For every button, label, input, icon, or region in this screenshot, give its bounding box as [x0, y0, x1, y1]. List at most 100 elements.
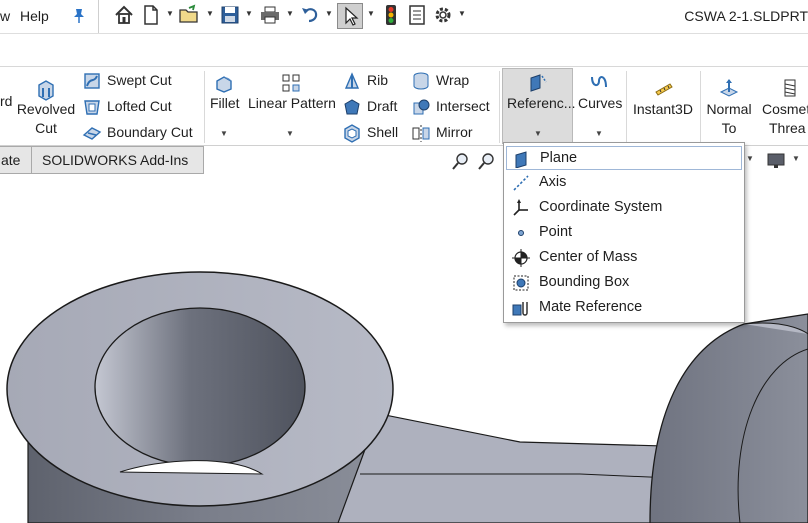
- rib-label[interactable]: Rib: [367, 72, 388, 88]
- ribbon-separator: [499, 71, 500, 143]
- reference-geometry-label[interactable]: Referenc...: [507, 95, 575, 111]
- view-settings-dropdown-caret-icon[interactable]: ▼: [792, 154, 804, 166]
- menu-item-label: Plane: [540, 150, 578, 166]
- center-of-mass-icon: [512, 249, 530, 267]
- tab-solidworks-addins[interactable]: SOLIDWORKS Add-Ins: [31, 146, 204, 174]
- menu-item-label: Center of Mass: [539, 249, 638, 265]
- home-icon[interactable]: [113, 4, 135, 26]
- swept-cut-label[interactable]: Swept Cut: [107, 72, 172, 88]
- display-style-dropdown-caret-icon[interactable]: ▼: [746, 154, 758, 166]
- curves-label[interactable]: Curves: [578, 95, 622, 111]
- undo-dropdown-caret-icon[interactable]: ▼: [325, 10, 333, 18]
- menu-item-center-of-mass[interactable]: Center of Mass: [506, 246, 742, 270]
- zoom-to-area-icon[interactable]: [478, 152, 496, 170]
- cosmetic-thread-icon[interactable]: [780, 78, 800, 98]
- normal-to-label-line1[interactable]: Normal: [702, 101, 756, 117]
- mirror-label[interactable]: Mirror: [436, 124, 473, 140]
- menu-item-coordinate-system[interactable]: Coordinate System: [506, 196, 742, 220]
- menu-item-mate-reference[interactable]: Mate Reference: [506, 296, 742, 320]
- print-dropdown-caret-icon[interactable]: ▼: [286, 10, 294, 18]
- lofted-cut-label[interactable]: Lofted Cut: [107, 98, 172, 114]
- document-title: CSWA 2-1.SLDPRT: [684, 8, 808, 24]
- menu-item-label: Point: [539, 224, 573, 240]
- menu-item-point[interactable]: Point: [506, 221, 742, 245]
- traffic-light-icon[interactable]: [380, 4, 402, 26]
- draft-label[interactable]: Draft: [367, 98, 397, 114]
- intersect-icon[interactable]: [411, 97, 431, 117]
- coordinate-system-icon: [512, 199, 530, 217]
- draft-icon[interactable]: [342, 97, 362, 117]
- save-dropdown-caret-icon[interactable]: ▼: [245, 10, 253, 18]
- normal-to-icon[interactable]: [719, 78, 739, 98]
- instant3d-icon[interactable]: [654, 78, 674, 98]
- select-pointer-icon[interactable]: [337, 3, 363, 29]
- open-dropdown-caret-icon[interactable]: ▼: [206, 10, 214, 18]
- extruded-cut-partial-label[interactable]: rd: [0, 93, 12, 109]
- reference-geometry-icon[interactable]: [527, 73, 547, 93]
- lofted-cut-icon[interactable]: [82, 97, 102, 117]
- reference-geometry-menu: Plane Axis Coordinate System Point Cente…: [503, 142, 745, 323]
- save-icon[interactable]: [219, 4, 241, 26]
- menu-item-plane[interactable]: Plane: [506, 146, 742, 170]
- ribbon-separator: [700, 71, 701, 143]
- shell-icon[interactable]: [342, 123, 362, 143]
- menu-bar: w Help ▼ ▼ ▼ ▼ ▼ ▼ ▼ CSWA 2-1.SLDPRT: [0, 0, 808, 33]
- linear-pattern-dropdown-caret-icon[interactable]: ▼: [286, 129, 294, 138]
- select-dropdown-caret-icon[interactable]: ▼: [367, 10, 375, 18]
- menu-view[interactable]: w: [0, 8, 10, 24]
- undo-icon[interactable]: [299, 4, 321, 26]
- options-dropdown-caret-icon[interactable]: ▼: [458, 10, 466, 18]
- revolved-cut-label-line2[interactable]: Cut: [16, 120, 76, 136]
- menu-item-label: Axis: [539, 174, 567, 190]
- ribbon-separator: [626, 71, 627, 143]
- wrap-icon[interactable]: [411, 71, 431, 91]
- view-settings-monitor-icon[interactable]: [766, 152, 785, 170]
- ribbon-separator: [204, 71, 205, 143]
- cosmetic-thread-label-line2[interactable]: Threa: [769, 120, 806, 136]
- point-icon: [512, 224, 530, 242]
- instant3d-label[interactable]: Instant3D: [633, 101, 693, 117]
- linear-pattern-label[interactable]: Linear Pattern: [248, 95, 336, 111]
- cosmetic-thread-label-line1[interactable]: Cosmet: [762, 101, 808, 117]
- fillet-dropdown-caret-icon[interactable]: ▼: [220, 129, 228, 138]
- open-folder-icon[interactable]: [178, 4, 200, 26]
- plane-icon: [513, 150, 531, 169]
- menu-help[interactable]: Help: [20, 8, 49, 24]
- menu-separator: [98, 0, 99, 33]
- print-icon[interactable]: [259, 4, 281, 26]
- menu-item-label: Mate Reference: [539, 299, 643, 315]
- fillet-label[interactable]: Fillet: [210, 95, 240, 111]
- revolved-cut-icon[interactable]: [36, 79, 56, 101]
- menu-item-bounding-box[interactable]: Bounding Box: [506, 271, 742, 295]
- intersect-label[interactable]: Intersect: [436, 98, 490, 114]
- bounding-box-icon: [512, 274, 530, 292]
- curves-icon[interactable]: [589, 73, 609, 93]
- curves-dropdown-caret-icon[interactable]: ▼: [595, 129, 603, 138]
- revolved-cut-label-line1[interactable]: Revolved: [16, 101, 76, 117]
- boundary-cut-icon[interactable]: [82, 123, 102, 143]
- shell-label[interactable]: Shell: [367, 124, 398, 140]
- new-document-icon[interactable]: [140, 4, 162, 26]
- mirror-icon[interactable]: [411, 123, 431, 143]
- wrap-label[interactable]: Wrap: [436, 72, 469, 88]
- axis-icon: [512, 174, 530, 192]
- search-strip: [0, 33, 808, 66]
- menu-item-axis[interactable]: Axis: [506, 171, 742, 195]
- command-manager-ribbon: rd Revolved Cut Swept Cut Lofted Cut Bou…: [0, 66, 808, 146]
- file-properties-icon[interactable]: [406, 4, 428, 26]
- new-dropdown-caret-icon[interactable]: ▼: [166, 10, 174, 18]
- mate-reference-icon: [512, 299, 530, 317]
- menu-item-label: Coordinate System: [539, 199, 663, 215]
- boundary-cut-label[interactable]: Boundary Cut: [107, 124, 193, 140]
- tab-evaluate[interactable]: ate: [0, 146, 32, 174]
- zoom-to-fit-icon[interactable]: [452, 152, 470, 170]
- linear-pattern-icon[interactable]: [281, 73, 301, 93]
- rib-icon[interactable]: [342, 71, 362, 91]
- menu-item-label: Bounding Box: [539, 274, 630, 290]
- fillet-icon[interactable]: [214, 73, 234, 93]
- reference-dropdown-caret-icon[interactable]: ▼: [534, 129, 542, 138]
- pin-icon[interactable]: [72, 8, 86, 24]
- normal-to-label-line2[interactable]: To: [702, 120, 756, 136]
- swept-cut-icon[interactable]: [82, 71, 102, 91]
- options-gear-icon[interactable]: [432, 4, 454, 26]
